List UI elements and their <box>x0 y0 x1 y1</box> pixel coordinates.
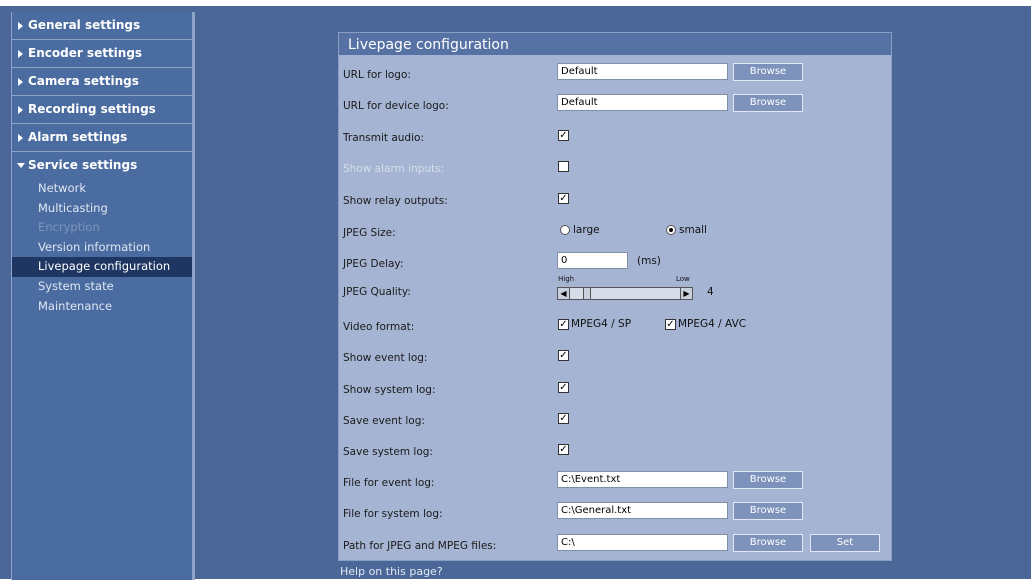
video-format-label: Video format: <box>343 321 415 333</box>
sidebar-item-encoder-settings[interactable]: Encoder settings <box>12 40 192 68</box>
url-logo-label: URL for logo: <box>343 69 411 81</box>
show-relay-outputs-row: Show relay outputs: ✓ <box>339 189 891 215</box>
show-event-log-label: Show event log: <box>343 352 428 364</box>
jpeg-mpeg-path-browse-button[interactable]: Browse <box>733 534 803 552</box>
sidebar-item-maintenance[interactable]: Maintenance <box>12 297 192 317</box>
jpeg-size-row: JPEG Size: large small <box>339 221 891 247</box>
sidebar-item-system-state[interactable]: System state <box>12 277 192 297</box>
expand-arrow-icon <box>18 134 23 142</box>
jpeg-delay-unit: (ms) <box>637 255 661 267</box>
sidebar-nav: General settings Encoder settings Camera… <box>11 12 195 580</box>
sidebar-item-version-information[interactable]: Version information <box>12 238 192 258</box>
jpeg-size-label: JPEG Size: <box>343 227 396 239</box>
event-log-file-input[interactable]: C:\Event.txt <box>557 471 728 488</box>
video-format-mpeg4-avc-label: MPEG4 / AVC <box>678 318 747 330</box>
system-log-file-label: File for system log: <box>343 508 443 520</box>
help-link[interactable]: Help on this page? <box>340 565 443 578</box>
slider-thumb[interactable] <box>583 288 591 299</box>
sidebar-item-camera-settings[interactable]: Camera settings <box>12 68 192 96</box>
jpeg-mpeg-path-row: Path for JPEG and MPEG files: C:\ Browse… <box>339 534 891 560</box>
collapse-arrow-icon <box>17 163 25 168</box>
panel-title: Livepage configuration <box>339 33 891 55</box>
url-logo-row: URL for logo: Default Browse <box>339 63 891 89</box>
show-alarm-inputs-row: Show alarm inputs: <box>339 157 891 183</box>
save-event-log-row: Save event log: ✓ <box>339 409 891 435</box>
expand-arrow-icon <box>18 22 23 30</box>
show-event-log-row: Show event log: ✓ <box>339 346 891 372</box>
show-system-log-checkbox[interactable]: ✓ <box>558 382 569 393</box>
show-system-log-label: Show system log: <box>343 384 436 396</box>
save-system-log-checkbox[interactable]: ✓ <box>558 444 569 455</box>
jpeg-size-small-label: small <box>679 224 707 236</box>
jpeg-quality-row: JPEG Quality: High Low ◀ ▶ 4 <box>339 273 891 303</box>
sidebar-item-general-settings[interactable]: General settings <box>12 12 192 40</box>
expand-arrow-icon <box>18 106 23 114</box>
show-alarm-inputs-label: Show alarm inputs: <box>343 163 445 175</box>
event-log-file-row: File for event log: C:\Event.txt Browse <box>339 471 891 497</box>
show-relay-outputs-label: Show relay outputs: <box>343 195 448 207</box>
jpeg-mpeg-path-label: Path for JPEG and MPEG files: <box>343 540 497 552</box>
url-device-logo-row: URL for device logo: Default Browse <box>339 94 891 120</box>
video-format-mpeg4-avc-checkbox[interactable]: ✓ <box>665 319 676 330</box>
video-format-mpeg4-sp-checkbox[interactable]: ✓ <box>558 319 569 330</box>
system-log-file-row: File for system log: C:\General.txt Brow… <box>339 502 891 528</box>
video-format-mpeg4-sp-label: MPEG4 / SP <box>571 318 632 330</box>
event-log-file-label: File for event log: <box>343 477 435 489</box>
jpeg-size-large-radio[interactable] <box>560 225 570 235</box>
system-log-file-input[interactable]: C:\General.txt <box>557 502 728 519</box>
sidebar-item-network[interactable]: Network <box>12 179 192 199</box>
transmit-audio-checkbox[interactable]: ✓ <box>558 130 569 141</box>
jpeg-delay-input[interactable]: 0 <box>557 252 628 269</box>
show-relay-outputs-checkbox[interactable]: ✓ <box>558 193 569 204</box>
jpeg-size-large-label: large <box>573 224 600 236</box>
show-system-log-row: Show system log: ✓ <box>339 378 891 404</box>
sidebar-item-encryption: Encryption <box>38 220 100 235</box>
quality-low-label: Low <box>676 275 690 283</box>
sidebar-item-multicasting[interactable]: Multicasting <box>12 199 192 219</box>
jpeg-quality-label: JPEG Quality: <box>343 286 411 298</box>
url-device-logo-label: URL for device logo: <box>343 100 449 112</box>
jpeg-quality-slider[interactable]: ◀ ▶ <box>557 287 693 300</box>
transmit-audio-row: Transmit audio: ✓ <box>339 126 891 152</box>
slider-left-arrow-icon[interactable]: ◀ <box>558 288 570 299</box>
expand-arrow-icon <box>18 78 23 86</box>
jpeg-mpeg-path-input[interactable]: C:\ <box>557 534 728 551</box>
jpeg-delay-label: JPEG Delay: <box>343 258 404 270</box>
url-device-logo-browse-button[interactable]: Browse <box>733 94 803 112</box>
url-logo-input[interactable]: Default <box>557 63 728 80</box>
jpeg-size-small-radio[interactable] <box>666 225 676 235</box>
expand-arrow-icon <box>18 50 23 58</box>
system-log-file-browse-button[interactable]: Browse <box>733 502 803 520</box>
sidebar-item-service-settings[interactable]: Service settings <box>12 152 192 179</box>
video-format-row: Video format: ✓ MPEG4 / SP ✓ MPEG4 / AVC <box>339 315 891 341</box>
show-alarm-inputs-checkbox <box>558 161 569 172</box>
sidebar-item-alarm-settings[interactable]: Alarm settings <box>12 124 192 152</box>
save-system-log-row: Save system log: ✓ <box>339 440 891 466</box>
url-device-logo-input[interactable]: Default <box>557 94 728 111</box>
quality-high-label: High <box>558 275 575 283</box>
save-event-log-checkbox[interactable]: ✓ <box>558 413 569 424</box>
livepage-config-panel: Livepage configuration URL for logo: Def… <box>338 32 892 561</box>
sidebar-item-livepage-configuration[interactable]: Livepage configuration <box>12 257 192 277</box>
event-log-file-browse-button[interactable]: Browse <box>733 471 803 489</box>
save-event-log-label: Save event log: <box>343 415 425 427</box>
save-system-log-label: Save system log: <box>343 446 433 458</box>
slider-right-arrow-icon[interactable]: ▶ <box>680 288 692 299</box>
sidebar-item-recording-settings[interactable]: Recording settings <box>12 96 192 124</box>
transmit-audio-label: Transmit audio: <box>343 132 424 144</box>
show-event-log-checkbox[interactable]: ✓ <box>558 350 569 361</box>
url-logo-browse-button[interactable]: Browse <box>733 63 803 81</box>
jpeg-quality-value: 4 <box>707 286 714 298</box>
jpeg-mpeg-path-set-button[interactable]: Set <box>810 534 880 552</box>
